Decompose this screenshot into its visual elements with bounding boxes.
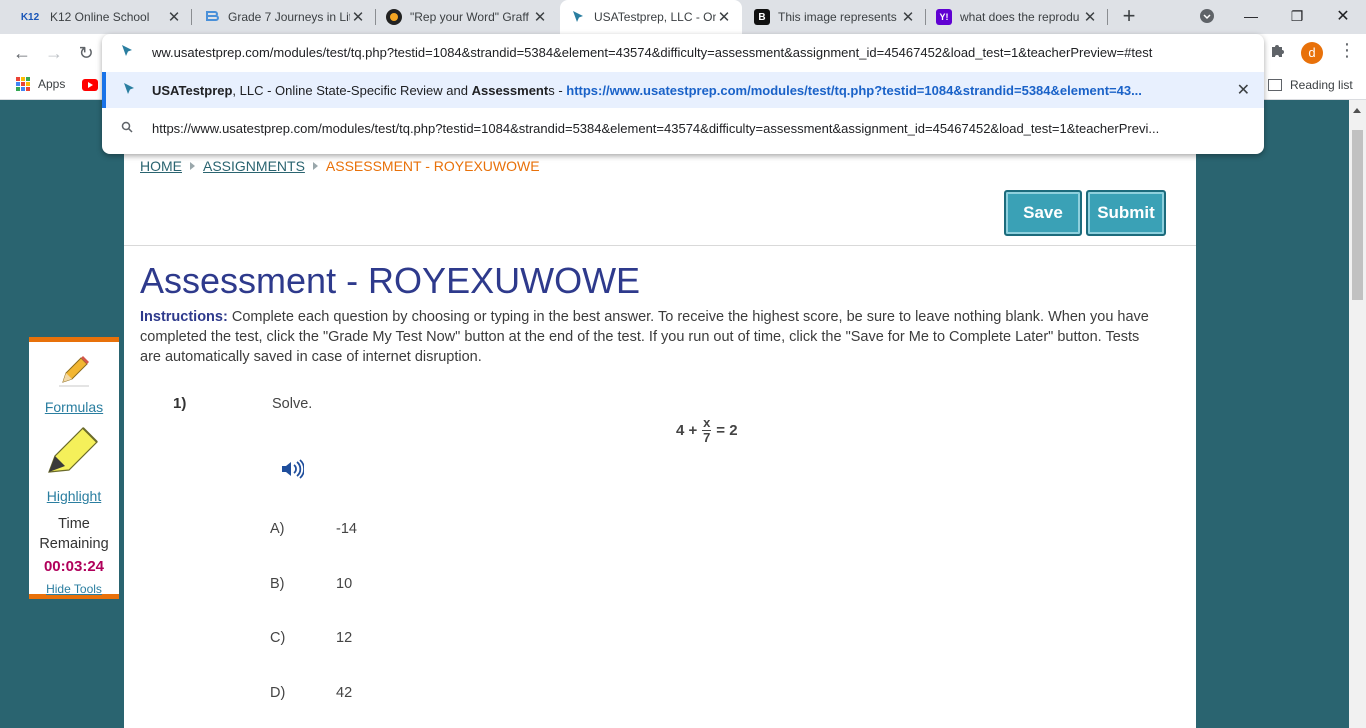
site-cursor-icon bbox=[106, 82, 152, 99]
close-icon[interactable]: ✕ bbox=[350, 8, 366, 26]
tab-title: what does the reprodu bbox=[960, 10, 1080, 24]
tab-title: Grade 7 Journeys in Lit bbox=[228, 10, 350, 24]
tab-separator bbox=[191, 9, 192, 25]
option-c-letter[interactable]: C) bbox=[270, 630, 285, 646]
youtube-icon bbox=[82, 79, 98, 91]
address-bar[interactable]: ww.usatestprep.com/modules/test/tq.php?t… bbox=[102, 34, 1264, 70]
yahoo-favicon-icon: Y! bbox=[936, 9, 952, 25]
tab-title: "Rep your Word" Graff bbox=[410, 10, 529, 24]
bookmark-apps[interactable]: Apps bbox=[16, 77, 65, 91]
hide-tools-link[interactable]: Hide Tools bbox=[29, 582, 119, 596]
bookmark-label: Apps bbox=[38, 77, 66, 91]
restore-icon[interactable]: ❐ bbox=[1274, 0, 1320, 32]
minimize-icon[interactable]: — bbox=[1228, 0, 1274, 32]
cursor-favicon-icon bbox=[570, 9, 586, 25]
equation-right: = 2 bbox=[716, 422, 738, 439]
option-d-value[interactable]: 42 bbox=[336, 685, 352, 701]
reading-list-button[interactable]: Reading list bbox=[1268, 70, 1353, 100]
close-icon[interactable]: ✕ bbox=[716, 8, 732, 26]
option-d-letter[interactable]: D) bbox=[270, 685, 285, 701]
option-b-value[interactable]: 10 bbox=[336, 576, 352, 592]
time-remaining-label: Time Remaining bbox=[39, 516, 109, 552]
tab-title: K12 Online School bbox=[50, 10, 150, 24]
bookmark-youtube[interactable] bbox=[82, 79, 98, 91]
save-button[interactable]: Save bbox=[1004, 190, 1082, 236]
book-favicon-icon bbox=[204, 9, 220, 25]
k12-favicon-icon: K12 bbox=[20, 11, 40, 23]
option-a-letter[interactable]: A) bbox=[270, 521, 285, 537]
extensions-puzzle-icon[interactable] bbox=[1270, 42, 1286, 63]
tab-strip: K12 K12 Online School ✕ Grade 7 Journeys… bbox=[0, 0, 1366, 34]
breadcrumb-assignments-link[interactable]: ASSIGNMENTS bbox=[203, 158, 305, 174]
pencil-icon[interactable] bbox=[57, 354, 91, 393]
graffiti-favicon-icon bbox=[386, 9, 402, 25]
page-title: Assessment - ROYEXUWOWE bbox=[140, 260, 641, 301]
tab-separator bbox=[1107, 9, 1108, 25]
speaker-icon[interactable] bbox=[280, 458, 305, 480]
highlight-link[interactable]: Highlight bbox=[29, 488, 119, 504]
breadcrumb: HOME ASSIGNMENTS ASSESSMENT - ROYEXUWOWE bbox=[140, 158, 540, 174]
remove-suggestion-icon[interactable]: ✕ bbox=[1237, 80, 1250, 100]
reading-list-icon bbox=[1268, 79, 1282, 91]
breadcrumb-current: ASSESSMENT - ROYEXUWOWE bbox=[325, 158, 540, 174]
submit-button[interactable]: Submit bbox=[1086, 190, 1166, 236]
reading-list-label: Reading list bbox=[1290, 78, 1353, 92]
tab-rep-your-word[interactable]: "Rep your Word" Graff ✕ bbox=[376, 0, 558, 34]
tab-usatestprep[interactable]: USATestprep, LLC - On ✕ bbox=[560, 0, 742, 34]
page-scrollbar[interactable] bbox=[1349, 100, 1366, 728]
window-close-icon[interactable]: ✕ bbox=[1320, 0, 1366, 32]
instructions-label: Instructions: bbox=[140, 309, 228, 325]
tab-search-icon[interactable] bbox=[1184, 0, 1230, 32]
breadcrumb-arrow-icon bbox=[190, 162, 195, 170]
assessment-page: HOME ASSIGNMENTS ASSESSMENT - ROYEXUWOWE… bbox=[124, 100, 1196, 728]
option-a-value[interactable]: -14 bbox=[336, 521, 357, 537]
question-number: 1) bbox=[173, 395, 187, 412]
site-cursor-icon bbox=[102, 44, 152, 61]
close-icon[interactable]: ✕ bbox=[532, 8, 548, 26]
highlighter-icon[interactable] bbox=[43, 424, 103, 489]
tab-k12[interactable]: K12 K12 Online School ✕ bbox=[8, 0, 192, 34]
address-input[interactable]: ww.usatestprep.com/modules/test/tq.php?t… bbox=[152, 45, 1242, 60]
breadcrumb-home-link[interactable]: HOME bbox=[140, 158, 182, 174]
equation-left: 4 + bbox=[676, 422, 698, 439]
scroll-up-arrow-icon[interactable] bbox=[1353, 108, 1361, 113]
forward-arrow-icon[interactable]: → bbox=[40, 40, 68, 66]
back-arrow-icon[interactable]: ← bbox=[8, 40, 36, 66]
close-icon[interactable]: ✕ bbox=[1082, 8, 1098, 26]
suggestion-text: USATestprep, LLC - Online State-Specific… bbox=[152, 82, 1142, 98]
fraction-denominator: 7 bbox=[703, 430, 711, 445]
scroll-thumb[interactable] bbox=[1352, 130, 1363, 300]
tab-grade7[interactable]: Grade 7 Journeys in Lit ✕ bbox=[194, 0, 376, 34]
header-divider bbox=[124, 245, 1196, 246]
profile-avatar[interactable]: d bbox=[1301, 42, 1323, 64]
fraction-numerator: x bbox=[703, 415, 711, 430]
instructions: Instructions: Complete each question by … bbox=[140, 307, 1160, 367]
omnibox-dropdown: ww.usatestprep.com/modules/test/tq.php?t… bbox=[102, 34, 1264, 154]
formulas-link[interactable]: Formulas bbox=[29, 399, 119, 415]
tab-image-represents[interactable]: B This image represents ✕ bbox=[744, 0, 926, 34]
tab-title: USATestprep, LLC - On bbox=[594, 10, 716, 24]
apps-grid-icon bbox=[16, 77, 30, 91]
menu-kebab-icon[interactable]: ⋮ bbox=[1338, 40, 1356, 61]
new-tab-button[interactable]: + bbox=[1116, 4, 1142, 30]
option-b-letter[interactable]: B) bbox=[270, 576, 285, 592]
equation-fraction: x 7 bbox=[702, 415, 712, 445]
tab-yahoo-search[interactable]: Y! what does the reprodu ✕ bbox=[926, 0, 1108, 34]
reload-icon[interactable]: ↻ bbox=[72, 40, 100, 66]
tools-panel: Formulas Highlight Time Remaining 00:03:… bbox=[29, 337, 119, 599]
brainly-favicon-icon: B bbox=[754, 9, 770, 25]
close-icon[interactable]: ✕ bbox=[166, 8, 182, 26]
search-icon bbox=[102, 120, 152, 136]
suggestion-text: https://www.usatestprep.com/modules/test… bbox=[152, 120, 1160, 136]
countdown-timer: 00:03:24 bbox=[43, 558, 105, 575]
tab-title: This image represents bbox=[778, 10, 897, 24]
omnibox-suggestion-search[interactable]: https://www.usatestprep.com/modules/test… bbox=[102, 110, 1264, 146]
omnibox-suggestion-selected[interactable]: USATestprep, LLC - Online State-Specific… bbox=[102, 72, 1264, 108]
instructions-text: Complete each question by choosing or ty… bbox=[140, 309, 1149, 365]
option-c-value[interactable]: 12 bbox=[336, 630, 352, 646]
question-prompt: Solve. bbox=[272, 396, 313, 412]
question-equation: 4 + x 7 = 2 bbox=[676, 415, 738, 445]
breadcrumb-arrow-icon bbox=[312, 162, 318, 170]
close-icon[interactable]: ✕ bbox=[900, 8, 916, 26]
